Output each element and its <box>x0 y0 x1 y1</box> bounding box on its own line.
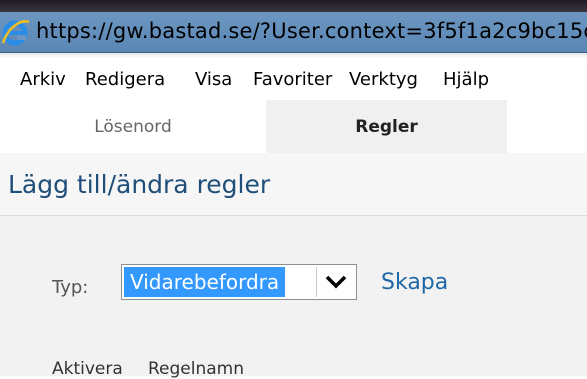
menu-bar: Arkiv Redigera Visa Favoriter Verktyg Hj… <box>0 53 587 101</box>
rule-type-selected-value: Vidarebefordra <box>124 267 286 297</box>
dropdown-arrow-button[interactable] <box>316 267 354 297</box>
tab-regler[interactable]: Regler <box>266 100 507 153</box>
tab-strip: Lösenord Regler <box>0 100 587 153</box>
column-header-aktivera: Aktivera <box>52 359 123 379</box>
menu-item-arkiv[interactable]: Arkiv <box>20 69 66 90</box>
create-rule-link[interactable]: Skapa <box>381 270 448 295</box>
page-header: Lägg till/ändra regler <box>0 153 587 216</box>
menu-item-redigera[interactable]: Redigera <box>85 69 165 90</box>
url-text[interactable]: https://gw.bastad.se/?User.context=3f5f1… <box>36 19 587 43</box>
menu-item-hjalp[interactable]: Hjälp <box>443 69 489 90</box>
menu-item-verktyg[interactable]: Verktyg <box>349 69 418 90</box>
type-label: Typ: <box>52 277 89 298</box>
menu-item-visa[interactable]: Visa <box>195 69 232 90</box>
chevron-down-icon <box>325 275 347 289</box>
window-top-strip <box>0 0 587 12</box>
tab-losenord[interactable]: Lösenord <box>0 100 266 153</box>
rule-type-select[interactable]: Vidarebefordra <box>121 264 357 300</box>
internet-explorer-icon <box>1 19 31 47</box>
page-title: Lägg till/ändra regler <box>8 170 271 199</box>
rule-form: Typ: Vidarebefordra Skapa Aktivera Regel… <box>0 216 587 379</box>
menu-item-favoriter[interactable]: Favoriter <box>253 69 332 90</box>
address-bar[interactable]: https://gw.bastad.se/?User.context=3f5f1… <box>0 12 587 53</box>
menu-bar-top-shadow <box>0 53 587 59</box>
column-header-regelnamn: Regelnamn <box>148 359 245 379</box>
